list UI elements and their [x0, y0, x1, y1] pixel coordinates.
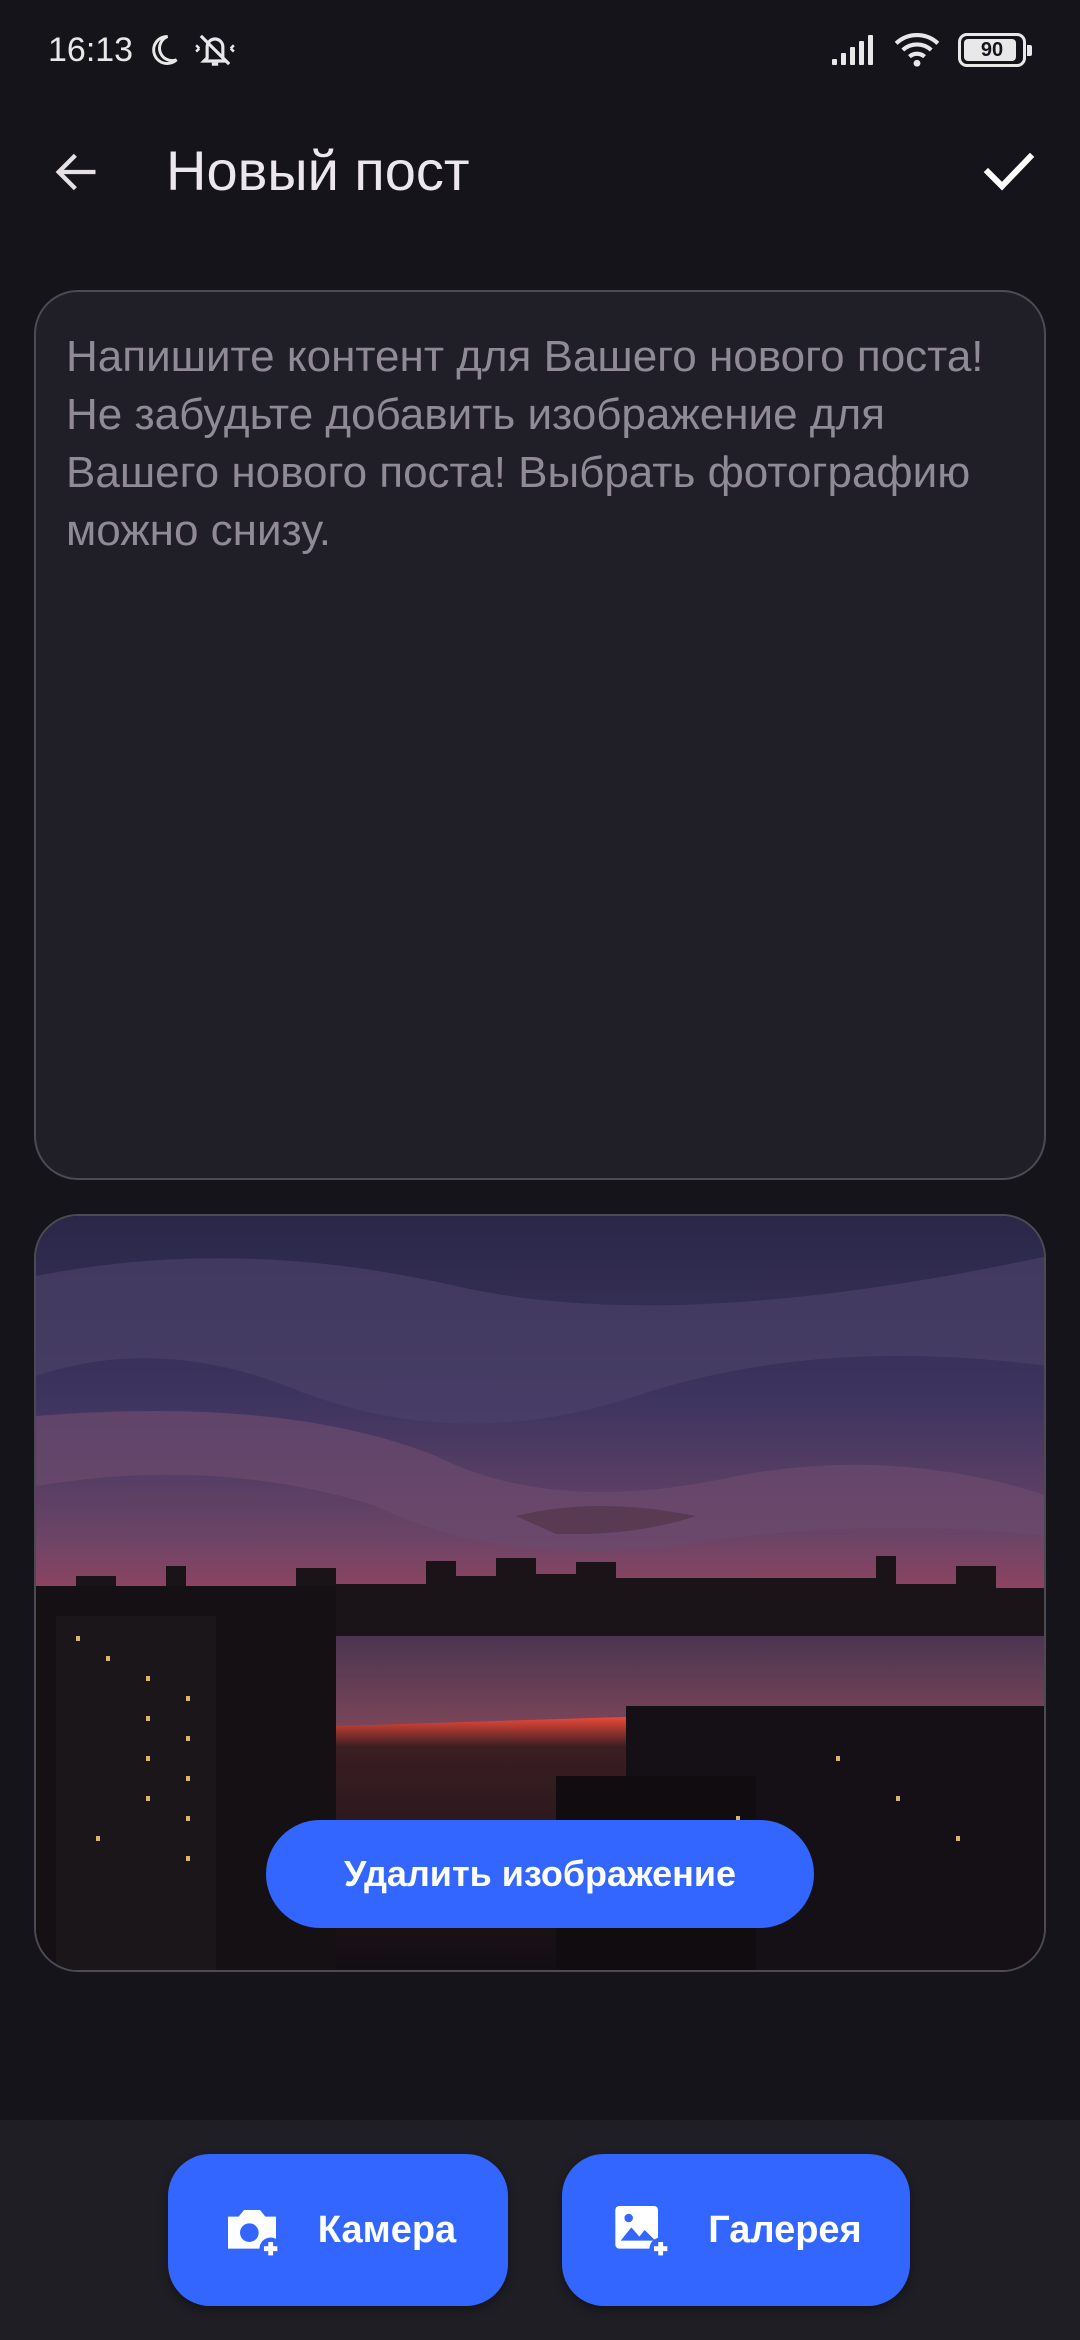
post-content-placeholder: Напишите контент для Вашего нового поста…: [66, 332, 984, 555]
moon-icon: [152, 34, 178, 65]
battery-level: 90: [980, 38, 1004, 61]
wifi-icon: [894, 33, 940, 67]
camera-label: Камера: [317, 2208, 457, 2251]
status-left: 16:13: [48, 30, 237, 70]
confirm-button[interactable]: [974, 136, 1044, 206]
check-icon: [983, 152, 1035, 191]
app-bar: Новый пост: [0, 110, 1080, 230]
camera-add-icon: [227, 2210, 282, 2260]
status-time: 16:13: [48, 30, 134, 69]
back-button[interactable]: [44, 140, 108, 204]
bell-off-icon: [195, 34, 235, 66]
gallery-label: Галерея: [708, 2208, 862, 2251]
arrow-back-icon: [55, 153, 96, 191]
delete-image-button[interactable]: Удалить изображение: [266, 1820, 814, 1928]
bottom-bar: Камера Галерея: [0, 2120, 1080, 2340]
image-add-icon: [615, 2206, 673, 2260]
post-content-input[interactable]: Напишите контент для Вашего нового поста…: [34, 290, 1046, 1180]
camera-button[interactable]: Камера: [168, 2154, 508, 2306]
page-title: Новый пост: [166, 139, 470, 202]
status-bar: 16:13 90: [0, 0, 1080, 100]
signal-icon: [832, 35, 873, 65]
battery-icon: 90: [958, 33, 1032, 67]
status-right: 90: [830, 32, 1032, 68]
gallery-button[interactable]: Галерея: [562, 2154, 910, 2306]
